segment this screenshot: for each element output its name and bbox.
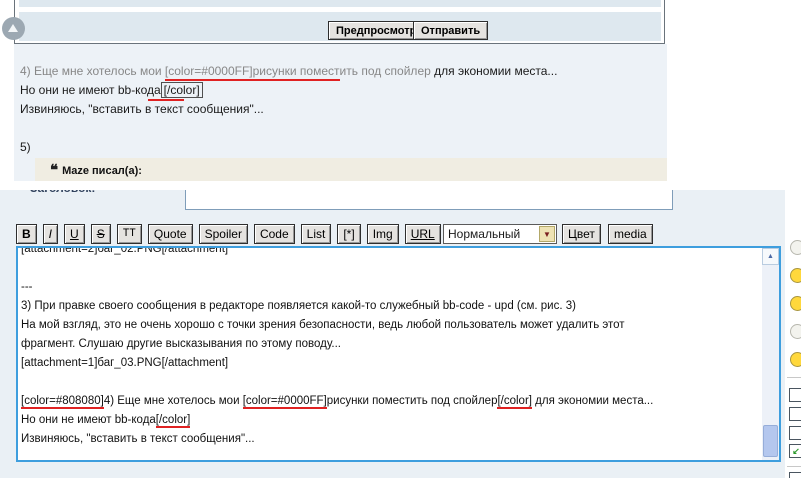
quote-button[interactable]: Quote xyxy=(148,224,193,244)
edge-button[interactable] xyxy=(789,388,801,402)
media-button[interactable]: media xyxy=(608,224,653,244)
textarea-line xyxy=(21,373,759,392)
smiley-icon[interactable] xyxy=(790,352,801,367)
edge-button-insert[interactable]: ↙ xyxy=(789,444,801,458)
preview-line-3: Извиняюсь, "вставить в текст сообщения".… xyxy=(20,100,264,119)
textarea-line-annotated: [color=#808080]4) Еще мне хотелось мои [… xyxy=(21,392,759,411)
red-underline-annotation: [/color] xyxy=(497,395,532,409)
scroll-to-top-button[interactable] xyxy=(2,17,25,40)
textarea-line: 3) При правке своего сообщения в редакто… xyxy=(21,297,759,316)
message-text: [attachment=2]баг_02.PNG[/attachment] --… xyxy=(21,246,759,449)
code-button[interactable]: Code xyxy=(254,224,295,244)
bbcode-toolbar: B I U S TT Quote Spoiler Code List [*] I… xyxy=(16,224,441,244)
divider xyxy=(787,377,801,378)
quote-mark-icon: ❝ xyxy=(50,162,58,179)
textarea-scrollbar[interactable]: ▲ xyxy=(762,248,779,460)
submit-button[interactable]: Отправить xyxy=(413,21,488,40)
smiley-icon[interactable] xyxy=(790,324,801,339)
preview-line-2: Но они не имеют bb-кода[/color] xyxy=(20,81,203,100)
red-underline-annotation: [color=#0000FF] xyxy=(243,395,327,409)
edge-button[interactable] xyxy=(789,426,801,440)
font-size-select[interactable]: Нормальный ▼ xyxy=(443,224,557,244)
teletype-button[interactable]: TT xyxy=(117,224,142,244)
textarea-line: фрагмент. Слушаю другие высказывания по … xyxy=(21,335,759,354)
dropdown-arrow-icon[interactable]: ▼ xyxy=(539,226,555,242)
preview-line-5: 5) xyxy=(20,138,31,157)
list-button[interactable]: List xyxy=(301,224,332,244)
textarea-line: [attachment=1]баг_03.PNG[/attachment] xyxy=(21,354,759,373)
bold-button[interactable]: B xyxy=(16,224,37,244)
smiley-icon[interactable] xyxy=(790,268,801,283)
red-underline-annotation: [color=#0000FF]рисунки помест xyxy=(165,64,340,81)
red-underline-annotation: [color=#808080] xyxy=(21,395,104,409)
message-textarea[interactable]: [attachment=2]баг_02.PNG[/attachment] --… xyxy=(16,246,781,462)
textarea-line xyxy=(21,259,759,278)
red-underline-annotation: [/color] xyxy=(156,414,191,428)
subject-label: Заголовок: xyxy=(30,190,170,196)
url-button[interactable]: URL xyxy=(405,224,441,244)
edge-button[interactable] xyxy=(789,407,801,421)
textarea-line-annotated: Но они не имеют bb-кода[/color] xyxy=(21,411,759,430)
scrollbar-thumb[interactable] xyxy=(763,425,778,457)
smiley-icon[interactable] xyxy=(790,296,801,311)
list-item-button[interactable]: [*] xyxy=(337,224,360,244)
up-triangle-icon xyxy=(8,24,18,32)
green-arrow-icon: ↙ xyxy=(792,446,800,456)
forum-post-edit-page: Предпросмотр Отправить 4) Еще мне хотело… xyxy=(0,0,801,478)
color-button[interactable]: Цвет xyxy=(562,224,601,244)
underline-button[interactable]: U xyxy=(64,224,85,244)
boxed-bbcode-annotation: [/color] xyxy=(161,82,203,98)
divider xyxy=(787,466,801,467)
edge-button[interactable] xyxy=(789,472,801,478)
spoiler-button[interactable]: Spoiler xyxy=(199,224,248,244)
preview-line-1: 4) Еще мне хотелось мои [color=#0000FF]р… xyxy=(20,62,557,81)
textarea-line: Извиняюсь, "вставить в текст сообщения".… xyxy=(21,430,759,449)
italic-button[interactable]: I xyxy=(43,224,58,244)
preview-button[interactable]: Предпросмотр xyxy=(328,21,424,40)
font-size-selected-value: Нормальный xyxy=(448,227,520,241)
textarea-line: --- xyxy=(21,278,759,297)
quote-author: Maze писал(а): xyxy=(62,165,142,177)
textarea-line: На мой взгляд, это не очень хорошо с точ… xyxy=(21,316,759,335)
quote-block: ❝ Maze писал(а): xyxy=(35,158,667,181)
strikethrough-button[interactable]: S xyxy=(91,224,111,244)
form-panel-strip xyxy=(19,0,661,7)
smiley-icon[interactable] xyxy=(790,240,801,255)
textarea-line: [attachment=2]баг_02.PNG[/attachment] xyxy=(21,246,759,259)
img-button[interactable]: Img xyxy=(367,224,399,244)
scrollbar-up-arrow-icon[interactable]: ▲ xyxy=(762,248,779,265)
subject-input[interactable] xyxy=(185,190,673,210)
